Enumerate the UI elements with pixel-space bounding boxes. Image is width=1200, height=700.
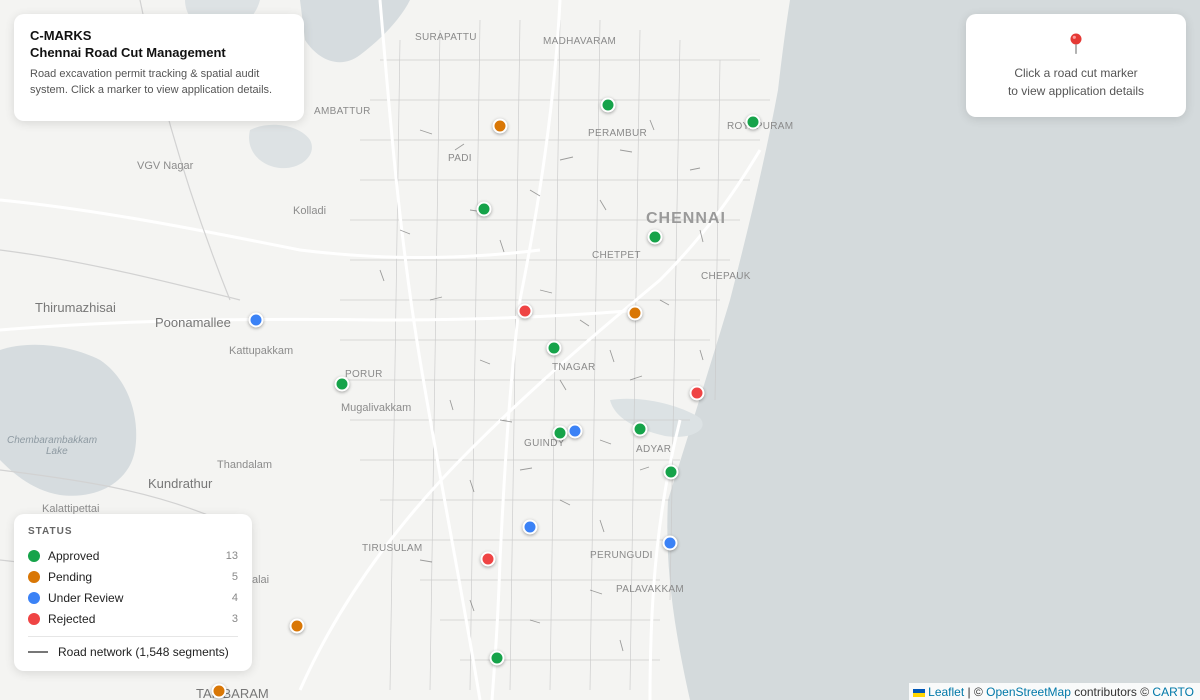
status-legend: STATUS Approved 13 Pending 5 Under Revie… xyxy=(14,514,252,671)
legend-label: Under Review xyxy=(48,590,124,605)
legend-label: Rejected xyxy=(48,611,96,626)
status-dot-pending xyxy=(28,570,40,583)
road-cut-marker-approved[interactable] xyxy=(600,97,616,113)
road-cut-marker-approved[interactable] xyxy=(632,421,648,437)
app-brand: C-MARKS xyxy=(30,28,92,43)
road-line-icon xyxy=(28,651,48,653)
status-dot-under-review xyxy=(28,591,40,604)
legend-divider xyxy=(28,636,238,637)
leaflet-link[interactable]: Leaflet xyxy=(928,685,964,699)
road-cut-marker-approved[interactable] xyxy=(552,425,568,441)
road-network-label: Road network (1,548 segments) xyxy=(58,645,229,659)
details-hint-line2: to view application details xyxy=(1007,84,1145,98)
legend-item-road-network: Road network (1,548 segments) xyxy=(28,645,238,659)
attribution-sep-1: | © xyxy=(964,685,987,699)
road-cut-marker-pending[interactable] xyxy=(289,618,305,634)
legend-label: Pending xyxy=(48,569,93,584)
carto-link[interactable]: CARTO xyxy=(1152,685,1194,699)
application-details-panel: Click a road cut marker to view applicat… xyxy=(966,14,1186,117)
road-cut-marker-approved[interactable] xyxy=(546,340,562,356)
legend-count: 3 xyxy=(231,612,238,625)
status-dot-approved xyxy=(28,549,40,562)
road-cut-marker-pending[interactable] xyxy=(627,305,643,321)
ukraine-flag-icon xyxy=(913,688,926,697)
app-header-card: C-MARKS Chennai Road Cut Management Road… xyxy=(14,14,304,121)
legend-count: 13 xyxy=(225,549,238,562)
details-hint-line1: Click a road cut marker xyxy=(1014,66,1138,80)
app-description: Road excavation permit tracking & spatia… xyxy=(30,68,273,96)
road-cut-marker-rejected[interactable] xyxy=(689,385,705,401)
legend-count: 4 xyxy=(231,591,238,604)
road-cut-marker-approved[interactable] xyxy=(647,229,663,245)
road-cut-marker-approved[interactable] xyxy=(334,376,350,392)
road-cut-marker-under-review[interactable] xyxy=(662,535,678,551)
road-cut-marker-under-review[interactable] xyxy=(522,519,538,535)
road-cut-marker-approved[interactable] xyxy=(745,114,761,130)
map-pin-icon xyxy=(1070,33,1082,54)
road-cut-marker-under-review[interactable] xyxy=(248,312,264,328)
road-cut-marker-approved[interactable] xyxy=(663,464,679,480)
openstreetmap-link[interactable]: OpenStreetMap xyxy=(986,685,1071,699)
legend-count: 5 xyxy=(231,570,238,583)
legend-heading: STATUS xyxy=(28,526,73,537)
map-attribution: Leaflet | © OpenStreetMap contributors ©… xyxy=(909,683,1200,700)
status-dot-rejected xyxy=(28,612,40,625)
legend-item-approved[interactable]: Approved 13 xyxy=(28,545,238,566)
attribution-sep-2: contributors © xyxy=(1070,685,1153,699)
road-cut-marker-rejected[interactable] xyxy=(517,303,533,319)
legend-label: Approved xyxy=(48,548,100,563)
app-title: Chennai Road Cut Management xyxy=(30,45,226,60)
road-cut-marker-under-review[interactable] xyxy=(567,423,583,439)
road-cut-marker-rejected[interactable] xyxy=(480,551,496,567)
road-cut-marker-pending[interactable] xyxy=(211,683,227,699)
road-cut-marker-approved[interactable] xyxy=(476,201,492,217)
legend-item-pending[interactable]: Pending 5 xyxy=(28,566,238,587)
road-cut-marker-pending[interactable] xyxy=(492,118,508,134)
road-cut-marker-approved[interactable] xyxy=(489,650,505,666)
legend-item-under-review[interactable]: Under Review 4 xyxy=(28,587,238,608)
legend-item-rejected[interactable]: Rejected 3 xyxy=(28,608,238,629)
